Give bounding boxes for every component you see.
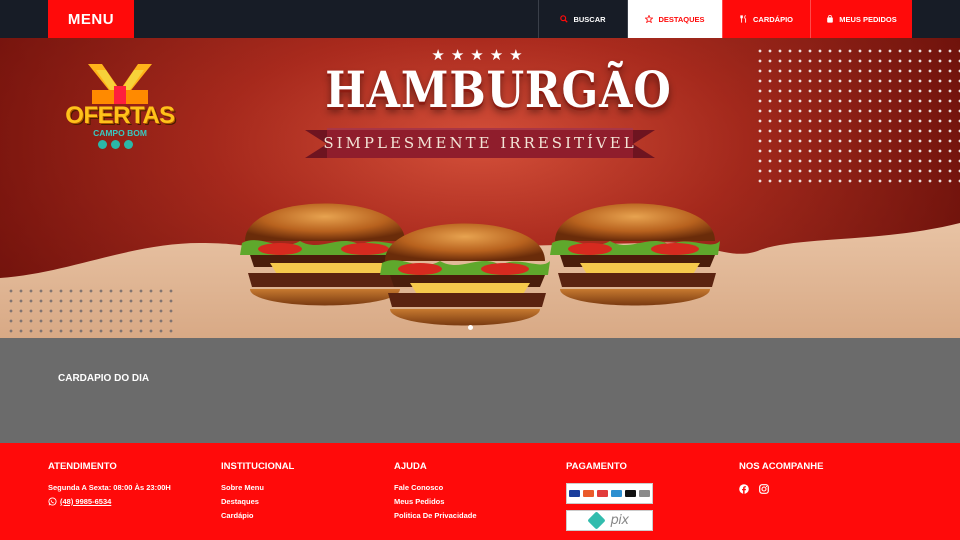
ofertas-logo[interactable]: OFERTAS CAMPO BOM — [60, 60, 180, 160]
footer-col-atendimento: ATENDIMENTO Segunda A Sexta: 08:00 Às 23… — [48, 461, 171, 511]
footer-heading: NOS ACOMPANHE — [739, 461, 824, 472]
footer-col-social: NOS ACOMPANHE — [739, 461, 824, 494]
cutlery-icon — [740, 15, 747, 23]
business-hours: Segunda A Sexta: 08:00 Às 23:00H — [48, 483, 171, 492]
logo-icons — [98, 140, 133, 149]
phone-link[interactable]: (48) 9985-6534 — [48, 497, 171, 506]
visa-icon — [569, 490, 580, 497]
menu-button[interactable]: MENU — [48, 0, 134, 38]
pix-icon — [587, 511, 607, 530]
card-brands-badge — [566, 483, 653, 504]
footer-link-meus-pedidos[interactable]: Meus Pedidos — [394, 497, 477, 506]
hipercard-icon — [597, 490, 608, 497]
amex-icon — [611, 490, 622, 497]
footer-col-institucional: INSTITUCIONAL Sobre Menu Destaques Cardá… — [221, 461, 294, 525]
footer-link-fale-conosco[interactable]: Fale Conosco — [394, 483, 477, 492]
footer-link-sobre-menu[interactable]: Sobre Menu — [221, 483, 294, 492]
nav-item-label: MEUS PEDIDOS — [839, 14, 897, 24]
bag-icon — [827, 15, 834, 23]
footer-col-pagamento: PAGAMENTO pix — [566, 461, 653, 537]
nav-item-destaques[interactable]: DESTAQUES — [627, 0, 722, 38]
social-links — [739, 481, 823, 494]
instagram-icon[interactable] — [759, 481, 769, 494]
leaf-icon — [124, 140, 133, 149]
pix-badge: pix — [566, 510, 653, 531]
footer-heading: AJUDA — [394, 461, 427, 472]
elo-icon — [625, 490, 636, 497]
gift-box-icon — [88, 64, 152, 104]
bag-icon — [98, 140, 107, 149]
footer-link-destaques[interactable]: Destaques — [221, 497, 294, 506]
footer-heading: PAGAMENTO — [566, 461, 627, 472]
star-icon — [645, 15, 654, 23]
footer-col-ajuda: AJUDA Fale Conosco Meus Pedidos Politica… — [394, 461, 477, 525]
logo-subtitle: CAMPO BOM — [93, 128, 147, 138]
daily-menu-section: CARDAPIO DO DIA — [0, 338, 960, 443]
section-title: CARDAPIO DO DIA — [58, 373, 150, 384]
top-navigation-bar: MENU BUSCAR DESTAQUES CARDÁPIO MEUS PEDI… — [0, 0, 960, 38]
mastercard-icon — [583, 490, 594, 497]
decorative-dots-right — [755, 46, 960, 186]
burgers-image — [240, 203, 720, 326]
nav-item-label: BUSCAR — [573, 14, 606, 24]
footer-link-cardapio[interactable]: Cardápio — [221, 511, 294, 520]
footer: ATENDIMENTO Segunda A Sexta: 08:00 Às 23… — [0, 443, 960, 540]
footer-heading: INSTITUCIONAL — [221, 461, 295, 472]
phone-number: (48) 9985-6534 — [60, 497, 112, 506]
main-nav: BUSCAR DESTAQUES CARDÁPIO MEUS PEDIDOS — [538, 0, 912, 38]
nav-item-cardapio[interactable]: CARDÁPIO — [722, 0, 810, 38]
pix-label: pix — [610, 513, 629, 528]
nav-item-label: DESTAQUES — [658, 14, 705, 24]
carousel-indicator[interactable] — [468, 325, 473, 330]
search-icon — [560, 15, 569, 23]
facebook-icon[interactable] — [739, 481, 749, 494]
cart-icon — [111, 140, 120, 149]
nav-item-label: CARDÁPIO — [752, 14, 793, 24]
logo-title: OFERTAS — [65, 102, 175, 129]
banner-tagline: SIMPLESMENTE IRRESITÍVEL — [323, 134, 637, 152]
decorative-dots-left — [6, 286, 176, 338]
diners-icon — [639, 490, 650, 497]
banner-headline: HAMBURGÃO — [325, 60, 672, 119]
nav-item-meus-pedidos[interactable]: MEUS PEDIDOS — [810, 0, 912, 38]
nav-item-buscar[interactable]: BUSCAR — [538, 0, 627, 38]
hero-banner[interactable]: OFERTAS CAMPO BOM ★★★★★ HAMBURGÃO SIMPLE… — [0, 38, 960, 338]
whatsapp-icon — [48, 497, 57, 506]
footer-link-privacidade[interactable]: Politica De Privacidade — [394, 511, 477, 520]
footer-heading: ATENDIMENTO — [48, 461, 117, 472]
